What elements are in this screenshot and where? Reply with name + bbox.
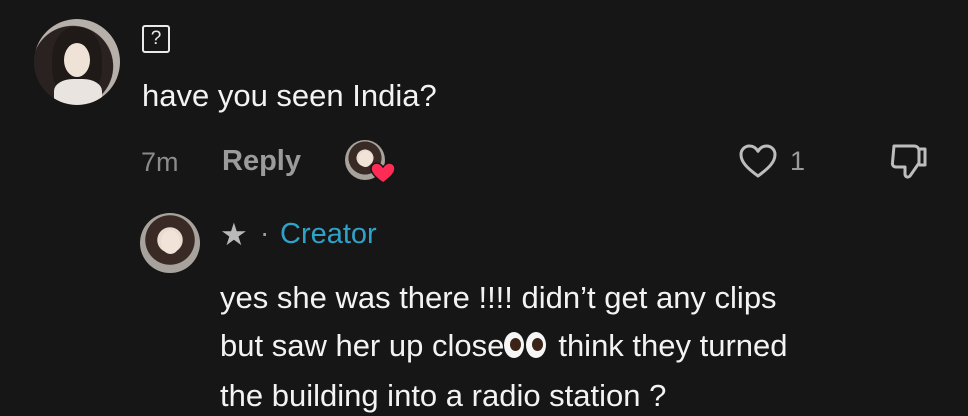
creator-label: Creator [280,218,377,250]
heart-badge-icon [370,162,396,184]
eyes-emoji-icon [504,324,548,372]
avatar-face [161,229,181,254]
separator-dot: · [260,217,270,248]
star-icon: ★ [220,217,248,252]
avatar-face [64,43,90,77]
reply-line-2: but saw her up close think they turned [220,322,960,372]
commenter-avatar[interactable] [34,19,120,105]
comment-timestamp: 7m [141,147,179,177]
reply-line-3: the building into a radio station ? [220,377,667,413]
reply-line-1: yes she was there !!!! didn’t get any cl… [220,280,777,315]
unknown-glyph-icon: ? [142,25,170,53]
avatar-shirt [54,79,102,105]
reply-line-2-after: think they turned [558,328,788,363]
thumbs-down-icon[interactable] [888,141,930,181]
like-count: 1 [790,146,806,176]
reply-line-2-before: but saw her up close [220,328,505,363]
replier-avatar[interactable] [140,213,200,273]
heart-icon[interactable] [738,143,778,179]
reply-text: yes she was there !!!! didn’t get any cl… [220,274,960,416]
comment-text: have you seen India? [142,78,437,113]
reply-button[interactable]: Reply [222,145,301,178]
